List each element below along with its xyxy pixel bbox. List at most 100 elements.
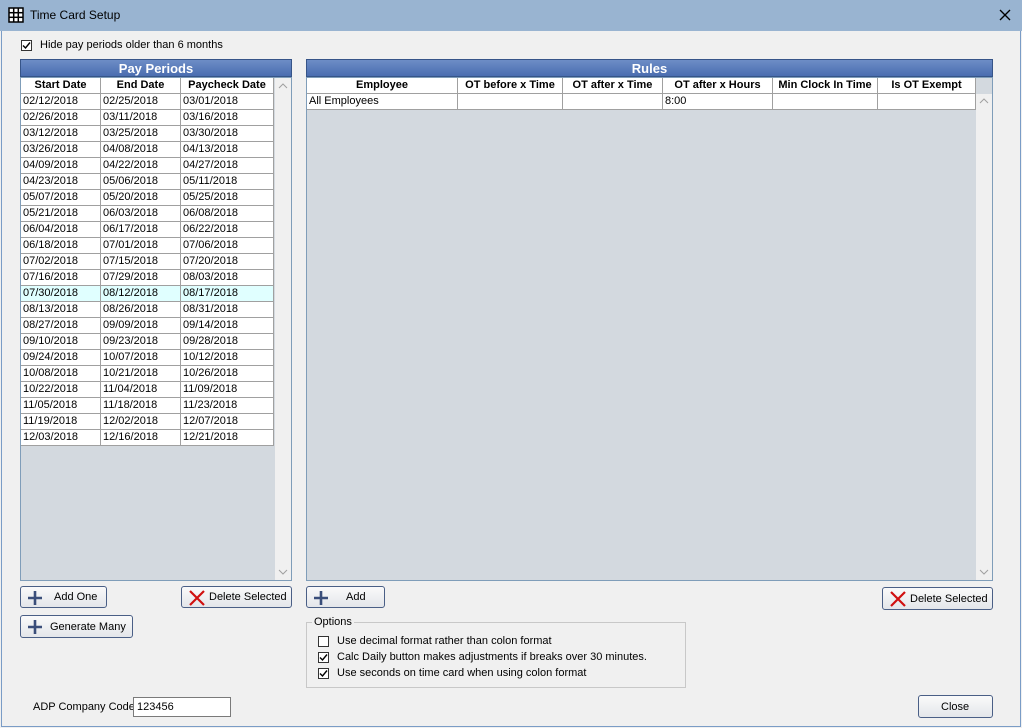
end-date-cell[interactable]: 07/01/2018 [101, 238, 181, 254]
end-date-cell[interactable]: 09/09/2018 [101, 318, 181, 334]
end-date-cell[interactable]: 03/11/2018 [101, 110, 181, 126]
column-header-start-date[interactable]: Start Date [21, 78, 101, 94]
paycheck-date-cell[interactable]: 03/16/2018 [181, 110, 274, 126]
table-row[interactable]: 10/08/2018 10/21/2018 10/26/2018 [21, 366, 274, 382]
end-date-cell[interactable]: 11/04/2018 [101, 382, 181, 398]
add-rule-button[interactable]: Add [306, 586, 385, 608]
min-clock-in-time-cell[interactable] [773, 94, 878, 110]
start-date-cell[interactable]: 03/26/2018 [21, 142, 101, 158]
end-date-cell[interactable]: 07/15/2018 [101, 254, 181, 270]
table-row[interactable]: 09/10/2018 09/23/2018 09/28/2018 [21, 334, 274, 350]
start-date-cell[interactable]: 06/04/2018 [21, 222, 101, 238]
paycheck-date-cell[interactable]: 08/31/2018 [181, 302, 274, 318]
start-date-cell[interactable]: 08/13/2018 [21, 302, 101, 318]
calc-daily-breaks-option-checkbox[interactable] [318, 652, 329, 663]
end-date-cell[interactable]: 06/17/2018 [101, 222, 181, 238]
is-ot-exempt-cell[interactable] [878, 94, 976, 110]
add-one-button[interactable]: Add One [20, 586, 107, 608]
ot-before-x-time-cell[interactable] [458, 94, 563, 110]
start-date-cell[interactable]: 12/03/2018 [21, 430, 101, 446]
table-row[interactable]: 06/18/2018 07/01/2018 07/06/2018 [21, 238, 274, 254]
paycheck-date-cell[interactable]: 11/09/2018 [181, 382, 274, 398]
end-date-cell[interactable]: 08/26/2018 [101, 302, 181, 318]
paycheck-date-cell[interactable]: 09/14/2018 [181, 318, 274, 334]
table-row[interactable]: 11/19/2018 12/02/2018 12/07/2018 [21, 414, 274, 430]
pay-periods-grid[interactable]: Start Date End Date Paycheck Date 02/12/… [20, 77, 292, 581]
scroll-up-icon[interactable] [278, 82, 288, 90]
hide-old-periods-checkbox[interactable] [21, 40, 32, 51]
end-date-cell[interactable]: 12/02/2018 [101, 414, 181, 430]
paycheck-date-cell[interactable]: 04/27/2018 [181, 158, 274, 174]
table-row[interactable]: 08/27/2018 09/09/2018 09/14/2018 [21, 318, 274, 334]
adp-company-code-input[interactable] [133, 697, 231, 717]
ot-after-x-time-cell[interactable] [563, 94, 663, 110]
end-date-cell[interactable]: 03/25/2018 [101, 126, 181, 142]
end-date-cell[interactable]: 12/16/2018 [101, 430, 181, 446]
start-date-cell[interactable]: 04/09/2018 [21, 158, 101, 174]
start-date-cell[interactable]: 11/19/2018 [21, 414, 101, 430]
start-date-cell[interactable]: 11/05/2018 [21, 398, 101, 414]
end-date-cell[interactable]: 06/03/2018 [101, 206, 181, 222]
ot-after-x-hours-cell[interactable]: 8:00 [663, 94, 773, 110]
column-header-paycheck-date[interactable]: Paycheck Date [181, 78, 274, 94]
delete-selected-rules-button[interactable]: Delete Selected [882, 587, 993, 610]
scroll-up-icon[interactable] [979, 97, 989, 105]
start-date-cell[interactable]: 06/18/2018 [21, 238, 101, 254]
end-date-cell[interactable]: 09/23/2018 [101, 334, 181, 350]
start-date-cell[interactable]: 05/21/2018 [21, 206, 101, 222]
start-date-cell[interactable]: 09/10/2018 [21, 334, 101, 350]
rules-scrollbar[interactable] [976, 94, 992, 580]
table-row[interactable]: 03/12/2018 03/25/2018 03/30/2018 [21, 126, 274, 142]
start-date-cell[interactable]: 02/12/2018 [21, 94, 101, 110]
end-date-cell[interactable]: 05/06/2018 [101, 174, 181, 190]
paycheck-date-cell[interactable]: 06/08/2018 [181, 206, 274, 222]
paycheck-date-cell[interactable]: 07/06/2018 [181, 238, 274, 254]
end-date-cell[interactable]: 10/07/2018 [101, 350, 181, 366]
table-row[interactable]: 04/23/2018 05/06/2018 05/11/2018 [21, 174, 274, 190]
close-x-icon[interactable] [996, 6, 1014, 24]
start-date-cell[interactable]: 07/30/2018 [21, 286, 101, 302]
start-date-cell[interactable]: 04/23/2018 [21, 174, 101, 190]
end-date-cell[interactable]: 04/08/2018 [101, 142, 181, 158]
start-date-cell[interactable]: 08/27/2018 [21, 318, 101, 334]
table-row[interactable]: 05/07/2018 05/20/2018 05/25/2018 [21, 190, 274, 206]
paycheck-date-cell[interactable]: 04/13/2018 [181, 142, 274, 158]
end-date-cell[interactable]: 05/20/2018 [101, 190, 181, 206]
paycheck-date-cell[interactable]: 05/25/2018 [181, 190, 274, 206]
table-row[interactable]: 09/24/2018 10/07/2018 10/12/2018 [21, 350, 274, 366]
start-date-cell[interactable]: 03/12/2018 [21, 126, 101, 142]
end-date-cell[interactable]: 08/12/2018 [101, 286, 181, 302]
rules-grid[interactable]: Employee OT before x Time OT after x Tim… [306, 77, 993, 581]
start-date-cell[interactable]: 07/16/2018 [21, 270, 101, 286]
end-date-cell[interactable]: 04/22/2018 [101, 158, 181, 174]
paycheck-date-cell[interactable]: 11/23/2018 [181, 398, 274, 414]
start-date-cell[interactable]: 09/24/2018 [21, 350, 101, 366]
paycheck-date-cell[interactable]: 05/11/2018 [181, 174, 274, 190]
table-row[interactable]: 11/05/2018 11/18/2018 11/23/2018 [21, 398, 274, 414]
table-row[interactable]: 12/03/2018 12/16/2018 12/21/2018 [21, 430, 274, 446]
table-row[interactable]: 03/26/2018 04/08/2018 04/13/2018 [21, 142, 274, 158]
table-row[interactable]: 07/16/2018 07/29/2018 08/03/2018 [21, 270, 274, 286]
paycheck-date-cell[interactable]: 12/21/2018 [181, 430, 274, 446]
paycheck-date-cell[interactable]: 09/28/2018 [181, 334, 274, 350]
column-header-ot-before-x-time[interactable]: OT before x Time [458, 78, 563, 94]
column-header-end-date[interactable]: End Date [101, 78, 181, 94]
table-row[interactable]: 10/22/2018 11/04/2018 11/09/2018 [21, 382, 274, 398]
paycheck-date-cell[interactable]: 08/03/2018 [181, 270, 274, 286]
start-date-cell[interactable]: 05/07/2018 [21, 190, 101, 206]
employee-cell[interactable]: All Employees [307, 94, 458, 110]
scroll-down-icon[interactable] [979, 568, 989, 576]
close-button[interactable]: Close [918, 695, 993, 718]
use-seconds-option-checkbox[interactable] [318, 668, 329, 679]
start-date-cell[interactable]: 07/02/2018 [21, 254, 101, 270]
paycheck-date-cell[interactable]: 03/30/2018 [181, 126, 274, 142]
paycheck-date-cell[interactable]: 12/07/2018 [181, 414, 274, 430]
column-header-min-clock-in-time[interactable]: Min Clock In Time [773, 78, 878, 94]
paycheck-date-cell[interactable]: 08/17/2018 [181, 286, 274, 302]
table-row[interactable]: 02/26/2018 03/11/2018 03/16/2018 [21, 110, 274, 126]
table-row[interactable]: 02/12/2018 02/25/2018 03/01/2018 [21, 94, 274, 110]
table-row[interactable]: 07/30/2018 08/12/2018 08/17/2018 [21, 286, 274, 302]
generate-many-button[interactable]: Generate Many [20, 615, 133, 638]
paycheck-date-cell[interactable]: 10/26/2018 [181, 366, 274, 382]
table-row[interactable]: 06/04/2018 06/17/2018 06/22/2018 [21, 222, 274, 238]
